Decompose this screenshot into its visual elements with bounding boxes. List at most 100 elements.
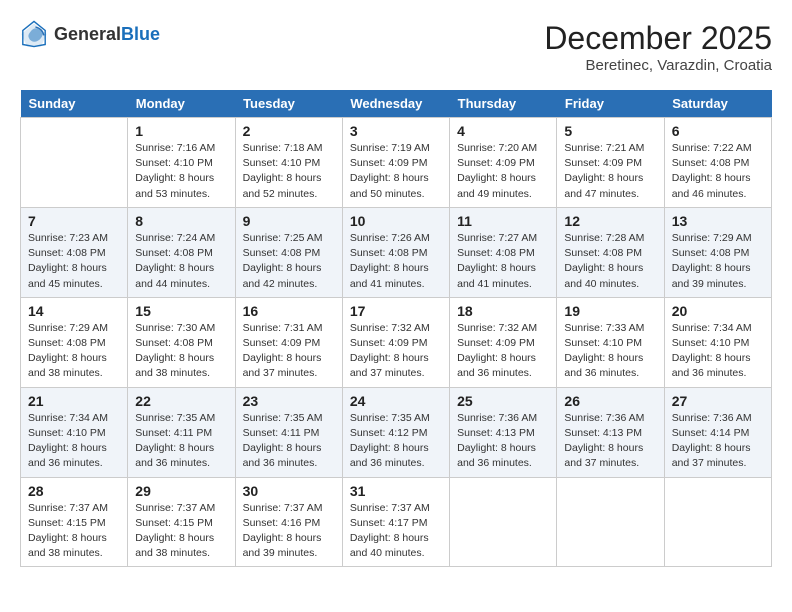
day-info: Sunrise: 7:37 AM Sunset: 4:17 PM Dayligh… — [350, 501, 442, 562]
day-header-wednesday: Wednesday — [342, 90, 449, 118]
calendar-cell: 17Sunrise: 7:32 AM Sunset: 4:09 PM Dayli… — [342, 297, 449, 387]
day-info: Sunrise: 7:27 AM Sunset: 4:08 PM Dayligh… — [457, 231, 549, 292]
calendar-cell: 19 Sunrise: 7:33 AM Sunset: 4:10 PM Dayli… — [557, 297, 664, 387]
day-number: 26 — [564, 393, 656, 409]
day-header-sunday: Sunday — [21, 90, 128, 118]
day-info: Sunrise: 7:35 AM Sunset: 4:12 PM Dayligh… — [350, 411, 442, 472]
day-number: 17 — [350, 303, 442, 319]
calendar-cell: 21Sunrise: 7:34 AM Sunset: 4:10 PM Dayli… — [21, 387, 128, 477]
logo-icon — [20, 20, 48, 48]
day-header-thursday: Thursday — [450, 90, 557, 118]
day-info: Sunrise: 7:25 AM Sunset: 4:08 PM Dayligh… — [243, 231, 335, 292]
day-number: 18 — [457, 303, 549, 319]
calendar-cell — [557, 477, 664, 567]
day-number: 1 — [135, 123, 227, 139]
calendar-cell: 24 Sunrise: 7:35 AM Sunset: 4:12 PM Dayli… — [342, 387, 449, 477]
calendar-cell: 15Sunrise: 7:30 AM Sunset: 4:08 PM Dayli… — [128, 297, 235, 387]
calendar-cell: 25 Sunrise: 7:36 AM Sunset: 4:13 PM Dayli… — [450, 387, 557, 477]
day-info: Sunrise: 7:29 AM Sunset: 4:08 PM Dayligh… — [28, 321, 120, 382]
day-number: 24 — [350, 393, 442, 409]
day-header-friday: Friday — [557, 90, 664, 118]
calendar-cell — [450, 477, 557, 567]
day-number: 7 — [28, 213, 120, 229]
day-info: Sunrise: 7:37 AM Sunset: 4:15 PM Dayligh… — [28, 501, 120, 562]
day-info: Sunrise: 7:16 AM Sunset: 4:10 PM Dayligh… — [135, 141, 227, 202]
day-number: 3 — [350, 123, 442, 139]
logo: General Blue — [20, 20, 160, 48]
day-info: Sunrise: 7:19 AM Sunset: 4:09 PM Dayligh… — [350, 141, 442, 202]
calendar-cell: 26 Sunrise: 7:36 AM Sunset: 4:13 PM Dayli… — [557, 387, 664, 477]
page-header: General Blue December 2025 Beretinec, Va… — [20, 20, 772, 74]
calendar-cell: 10 Sunrise: 7:26 AM Sunset: 4:08 PM Dayli… — [342, 207, 449, 297]
day-info: Sunrise: 7:22 AM Sunset: 4:08 PM Dayligh… — [672, 141, 764, 202]
calendar-cell: 18 Sunrise: 7:32 AM Sunset: 4:09 PM Dayli… — [450, 297, 557, 387]
week-row-2: 7 Sunrise: 7:23 AM Sunset: 4:08 PM Daylig… — [21, 207, 772, 297]
day-number: 4 — [457, 123, 549, 139]
calendar-cell: 22 Sunrise: 7:35 AM Sunset: 4:11 PM Dayli… — [128, 387, 235, 477]
calendar-cell: 1 Sunrise: 7:16 AM Sunset: 4:10 PM Daylig… — [128, 118, 235, 208]
calendar-cell: 14 Sunrise: 7:29 AM Sunset: 4:08 PM Dayli… — [21, 297, 128, 387]
calendar-cell: 7 Sunrise: 7:23 AM Sunset: 4:08 PM Daylig… — [21, 207, 128, 297]
day-number: 10 — [350, 213, 442, 229]
day-info: Sunrise: 7:37 AM Sunset: 4:15 PM Dayligh… — [135, 501, 227, 562]
day-number: 28 — [28, 483, 120, 499]
day-info: Sunrise: 7:28 AM Sunset: 4:08 PM Dayligh… — [564, 231, 656, 292]
calendar-cell: 31 Sunrise: 7:37 AM Sunset: 4:17 PM Dayli… — [342, 477, 449, 567]
calendar-cell: 29 Sunrise: 7:37 AM Sunset: 4:15 PM Dayli… — [128, 477, 235, 567]
day-info: Sunrise: 7:29 AM Sunset: 4:08 PM Dayligh… — [672, 231, 764, 292]
month-title: December 2025 — [544, 20, 772, 57]
day-info: Sunrise: 7:36 AM Sunset: 4:14 PM Dayligh… — [672, 411, 764, 472]
day-number: 30 — [243, 483, 335, 499]
day-number: 13 — [672, 213, 764, 229]
day-number: 14 — [28, 303, 120, 319]
day-info: Sunrise: 7:36 AM Sunset: 4:13 PM Dayligh… — [457, 411, 549, 472]
day-number: 27 — [672, 393, 764, 409]
day-number: 11 — [457, 213, 549, 229]
calendar-cell: 3 Sunrise: 7:19 AM Sunset: 4:09 PM Daylig… — [342, 118, 449, 208]
day-info: Sunrise: 7:24 AM Sunset: 4:08 PM Dayligh… — [135, 231, 227, 292]
week-row-4: 21Sunrise: 7:34 AM Sunset: 4:10 PM Dayli… — [21, 387, 772, 477]
day-number: 5 — [564, 123, 656, 139]
calendar-cell — [664, 477, 771, 567]
logo-text: General Blue — [54, 25, 160, 43]
calendar-cell: 9 Sunrise: 7:25 AM Sunset: 4:08 PM Daylig… — [235, 207, 342, 297]
day-number: 29 — [135, 483, 227, 499]
day-info: Sunrise: 7:26 AM Sunset: 4:08 PM Dayligh… — [350, 231, 442, 292]
day-number: 25 — [457, 393, 549, 409]
day-number: 22 — [135, 393, 227, 409]
day-number: 12 — [564, 213, 656, 229]
day-info: Sunrise: 7:21 AM Sunset: 4:09 PM Dayligh… — [564, 141, 656, 202]
calendar-cell: 27 Sunrise: 7:36 AM Sunset: 4:14 PM Dayli… — [664, 387, 771, 477]
day-info: Sunrise: 7:32 AM Sunset: 4:09 PM Dayligh… — [457, 321, 549, 382]
day-number: 23 — [243, 393, 335, 409]
day-info: Sunrise: 7:35 AM Sunset: 4:11 PM Dayligh… — [243, 411, 335, 472]
day-info: Sunrise: 7:20 AM Sunset: 4:09 PM Dayligh… — [457, 141, 549, 202]
calendar-table: SundayMondayTuesdayWednesdayThursdayFrid… — [20, 90, 772, 567]
day-info: Sunrise: 7:23 AM Sunset: 4:08 PM Dayligh… — [28, 231, 120, 292]
day-info: Sunrise: 7:36 AM Sunset: 4:13 PM Dayligh… — [564, 411, 656, 472]
day-number: 9 — [243, 213, 335, 229]
day-header-saturday: Saturday — [664, 90, 771, 118]
calendar-cell: 12 Sunrise: 7:28 AM Sunset: 4:08 PM Dayli… — [557, 207, 664, 297]
calendar-cell — [21, 118, 128, 208]
day-number: 15 — [135, 303, 227, 319]
day-info: Sunrise: 7:35 AM Sunset: 4:11 PM Dayligh… — [135, 411, 227, 472]
day-number: 16 — [243, 303, 335, 319]
calendar-cell: 16 Sunrise: 7:31 AM Sunset: 4:09 PM Dayli… — [235, 297, 342, 387]
day-info: Sunrise: 7:33 AM Sunset: 4:10 PM Dayligh… — [564, 321, 656, 382]
day-number: 8 — [135, 213, 227, 229]
day-number: 31 — [350, 483, 442, 499]
calendar-cell: 6 Sunrise: 7:22 AM Sunset: 4:08 PM Daylig… — [664, 118, 771, 208]
day-number: 6 — [672, 123, 764, 139]
title-area: December 2025 Beretinec, Varazdin, Croat… — [544, 20, 772, 74]
day-info: Sunrise: 7:34 AM Sunset: 4:10 PM Dayligh… — [28, 411, 120, 472]
day-number: 2 — [243, 123, 335, 139]
day-number: 19 — [564, 303, 656, 319]
calendar-cell: 11 Sunrise: 7:27 AM Sunset: 4:08 PM Dayli… — [450, 207, 557, 297]
day-header-monday: Monday — [128, 90, 235, 118]
day-info: Sunrise: 7:31 AM Sunset: 4:09 PM Dayligh… — [243, 321, 335, 382]
calendar-cell: 28 Sunrise: 7:37 AM Sunset: 4:15 PM Dayli… — [21, 477, 128, 567]
day-header-tuesday: Tuesday — [235, 90, 342, 118]
calendar-cell: 13 Sunrise: 7:29 AM Sunset: 4:08 PM Dayli… — [664, 207, 771, 297]
week-row-5: 28 Sunrise: 7:37 AM Sunset: 4:15 PM Dayli… — [21, 477, 772, 567]
